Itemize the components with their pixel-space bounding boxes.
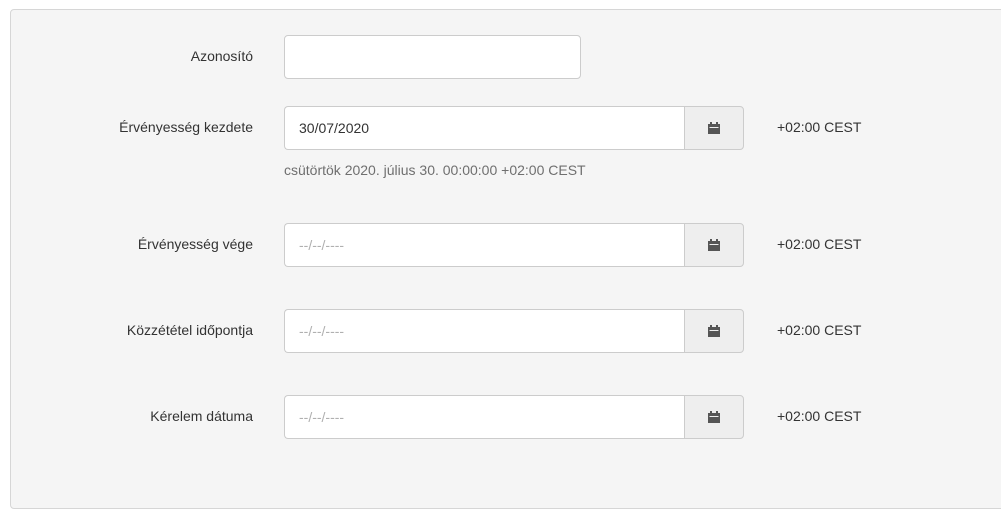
calendar-icon [708, 122, 720, 134]
publication-time-timezone: +02:00 CEST [777, 322, 862, 338]
calendar-icon [708, 411, 720, 423]
publication-time-calendar-button[interactable] [684, 309, 744, 353]
calendar-icon [708, 325, 720, 337]
publication-time-label: Közzététel időpontja [126, 322, 253, 338]
validity-start-help-text: csütörtök 2020. július 30. 00:00:00 +02:… [284, 162, 586, 178]
validity-start-calendar-button[interactable] [684, 106, 744, 150]
id-label: Azonosító [190, 48, 253, 64]
id-input[interactable] [284, 35, 581, 79]
request-date-calendar-button[interactable] [684, 395, 744, 439]
request-date-label: Kérelem dátuma [150, 408, 253, 424]
validity-end-calendar-button[interactable] [684, 223, 744, 267]
validity-end-label: Érvényesség vége [137, 236, 253, 252]
validity-end-timezone: +02:00 CEST [777, 236, 862, 252]
validity-start-timezone: +02:00 CEST [777, 119, 862, 135]
calendar-icon [708, 239, 720, 251]
validity-start-input[interactable] [284, 106, 684, 150]
request-date-input[interactable] [284, 395, 684, 439]
request-date-timezone: +02:00 CEST [777, 408, 862, 424]
publication-time-input[interactable] [284, 309, 684, 353]
validity-start-label: Érvényesség kezdete [119, 119, 253, 135]
validity-end-input[interactable] [284, 223, 684, 267]
